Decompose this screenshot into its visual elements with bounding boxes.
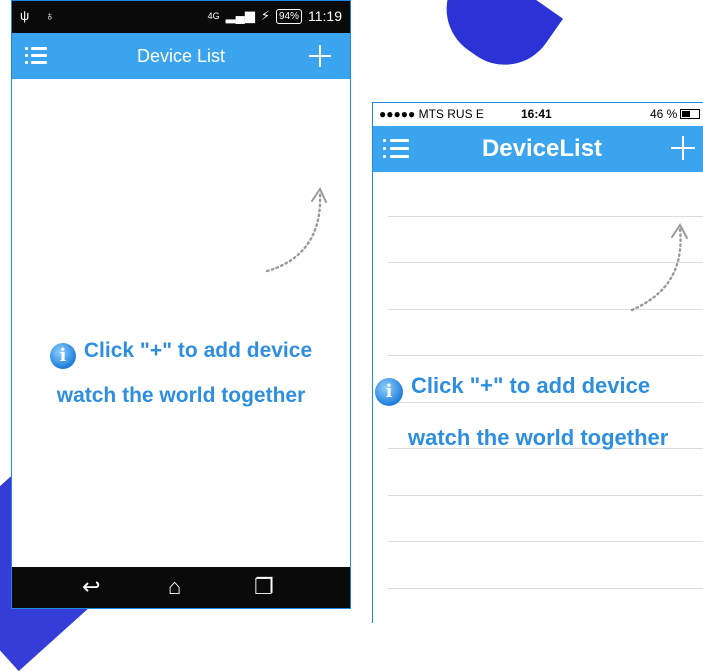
status-time: 11:19 bbox=[308, 8, 342, 24]
network-indicator: 4G bbox=[207, 11, 220, 21]
back-icon[interactable]: ↩ bbox=[82, 575, 100, 599]
add-device-button[interactable] bbox=[671, 136, 695, 160]
ios-status-bar: ●●●●● MTS RUS E 16:41 46 % bbox=[373, 103, 703, 126]
android-screen: ψ ♁ 4G ▂▄▆ ⚡ 94% 11:19 Device List i Clic… bbox=[11, 0, 351, 609]
hint-line-2: watch the world together bbox=[56, 384, 306, 407]
add-device-button[interactable] bbox=[309, 45, 331, 67]
ios-screen: ●●●●● MTS RUS E 16:41 46 % DeviceList iC… bbox=[372, 102, 703, 623]
list-divider bbox=[388, 495, 703, 496]
dotted-arrow-icon bbox=[265, 186, 327, 273]
page-title: DeviceList bbox=[481, 135, 603, 162]
ios-nav-bar: DeviceList bbox=[373, 126, 703, 172]
status-time: 16:41 bbox=[521, 107, 552, 121]
info-icon: i bbox=[375, 378, 403, 406]
list-divider bbox=[388, 541, 703, 542]
dotted-arrow-icon bbox=[630, 223, 688, 312]
hint-line-1: i Click "+" to add device bbox=[373, 373, 703, 406]
hint-text-1: Click "+" to add device bbox=[411, 373, 651, 398]
hint-line-1: i Click "+" to add device bbox=[12, 339, 350, 369]
status-right-group: 4G ▂▄▆ ⚡ 94% 11:19 bbox=[208, 8, 342, 24]
android-status-bar: ψ ♁ 4G ▂▄▆ ⚡ 94% 11:19 bbox=[12, 1, 350, 33]
battery-icon bbox=[680, 109, 701, 119]
signal-icon: ▂▄▆ bbox=[225, 8, 255, 23]
battery-indicator: 46 % bbox=[650, 107, 701, 121]
battery-level: 46 % bbox=[650, 107, 678, 121]
list-divider bbox=[388, 588, 703, 589]
charging-icon: ⚡ bbox=[260, 8, 270, 23]
watermark-shape bbox=[427, 0, 563, 85]
info-icon: i bbox=[49, 343, 76, 369]
android-nav-bar: ↩ ⌂ ❐ bbox=[12, 567, 350, 608]
carrier-label: ●●●●● MTS RUS E bbox=[379, 107, 484, 121]
hint-text-1: Click "+" to add device bbox=[83, 339, 313, 362]
status-notification-icons: ψ ♁ bbox=[20, 8, 61, 23]
home-icon[interactable]: ⌂ bbox=[168, 575, 181, 599]
list-divider bbox=[388, 355, 703, 356]
page-title: Device List bbox=[136, 46, 226, 66]
hint-line-2: watch the world together bbox=[408, 425, 669, 450]
recent-apps-icon[interactable]: ❐ bbox=[254, 575, 274, 599]
battery-level: 94% bbox=[275, 8, 302, 24]
android-app-bar: Device List bbox=[12, 33, 350, 79]
